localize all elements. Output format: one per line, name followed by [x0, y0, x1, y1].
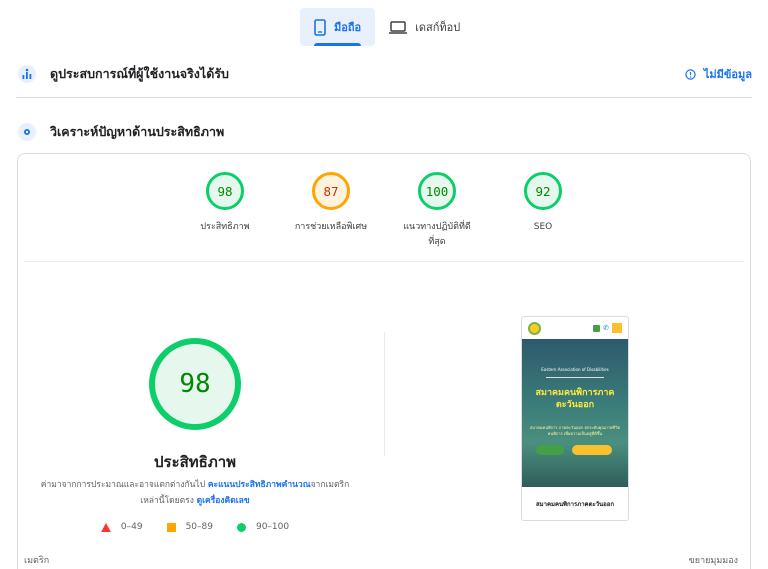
device-tabs: มือถือ เดสก์ท็อป — [300, 8, 474, 46]
screenshot-hero: Eastern Association of Disabilities สมาค… — [522, 339, 628, 487]
vertical-divider — [384, 332, 385, 456]
gauge-label: SEO — [533, 222, 553, 232]
performance-title: ประสิทธิภาพ — [153, 453, 237, 471]
screenshot-small-text: Eastern Association of Disabilities — [541, 367, 609, 372]
gauge-score: 98 — [206, 172, 244, 210]
gauge-performance[interactable]: 98 ประสิทธิภาพ — [187, 172, 263, 250]
diagnose-title: วิเคราะห์ปัญหาด้านประสิทธิภาพ — [50, 124, 225, 139]
metrics-label: เมตริก — [24, 556, 50, 566]
score-calc-link[interactable]: คะแนนประสิทธิภาพคำนวณ — [208, 480, 311, 490]
tab-desktop[interactable]: เดสก์ท็อป — [375, 8, 474, 46]
score-legend: 0–49 50–89 90–100 — [18, 522, 372, 532]
desc-text-1: ค่ามาจากการประมาณและอาจแตกต่างกันไป — [40, 480, 206, 490]
legend-poor: 0–49 — [100, 522, 143, 532]
legend-average-label: 50–89 — [185, 522, 213, 532]
tab-desktop-label: เดสก์ท็อป — [415, 21, 461, 34]
legend-good: 90–100 — [236, 522, 290, 532]
phone-icon — [314, 18, 326, 36]
performance-big-gauge: 98 — [149, 338, 241, 430]
screenshot-button-green — [536, 445, 564, 455]
diagnose-header: วิเคราะห์ปัญหาด้านประสิทธิภาพ — [18, 122, 752, 142]
screenshot-footer: สมาคมคนพิการภาคตะวันออก — [535, 501, 615, 508]
screenshot-button-yellow — [572, 445, 612, 455]
gauge-label: การช่วยเหลือพิเศษ — [294, 222, 368, 232]
info-icon — [685, 68, 696, 80]
screenshot-rule — [546, 377, 604, 378]
gauge-seo[interactable]: 92 SEO — [505, 172, 581, 250]
users-chart-icon — [18, 65, 36, 83]
screenshot-sub-text: สมาคมคนพิการ ภาคตะวันออก ยกระดับคุณภาพชี… — [529, 425, 621, 436]
calculator-link[interactable]: ดูเครื่องคิดเลข — [197, 496, 250, 506]
card-divider — [24, 261, 744, 262]
section-divider — [16, 97, 752, 98]
gauge-score: 100 — [418, 172, 456, 210]
circle-icon — [236, 522, 246, 532]
triangle-icon — [100, 522, 111, 532]
line-icon — [593, 324, 601, 332]
lighthouse-icon — [18, 123, 36, 141]
report-card: 98 ประสิทธิภาพ 87 การช่วยเหลือพิเศษ 100 … — [17, 153, 751, 569]
field-data-title: ดูประสบการณ์ที่ผู้ใช้งานจริงได้รับ — [50, 66, 229, 81]
score-gauges: 98 ประสิทธิภาพ 87 การช่วยเหลือพิเศษ 100 … — [18, 172, 750, 250]
expand-view-button[interactable]: ขยายมุมมอง — [689, 553, 738, 567]
gauge-best-practices[interactable]: 100 แนวทางปฏิบัติที่ดีที่สุด — [399, 172, 475, 250]
tab-mobile[interactable]: มือถือ — [300, 8, 376, 46]
screenshot-header: ✆ — [522, 317, 628, 339]
no-data-label: ไม่มีข้อมูล — [703, 68, 752, 81]
legend-average: 50–89 — [166, 522, 213, 532]
gauge-accessibility[interactable]: 87 การช่วยเหลือพิเศษ — [293, 172, 369, 250]
final-screenshot: ✆ Eastern Association of Disabilities สม… — [521, 316, 629, 521]
phone-call-icon: ✆ — [603, 324, 609, 332]
gauge-score: 87 — [312, 172, 350, 210]
legend-poor-label: 0–49 — [120, 522, 143, 532]
screenshot-big-text: สมาคมคนพิการภาคตะวันออก — [535, 388, 615, 410]
no-data-link[interactable]: ไม่มีข้อมูล — [685, 65, 752, 83]
performance-description: ค่ามาจากการประมาณและอาจแตกต่างกันไป คะแน… — [40, 477, 350, 509]
laptop-icon — [389, 20, 408, 34]
menu-icon — [612, 323, 622, 333]
field-data-header: ดูประสบการณ์ที่ผู้ใช้งานจริงได้รับ ไม่มี… — [18, 64, 752, 84]
legend-good-label: 90–100 — [255, 522, 290, 532]
gauge-label: ประสิทธิภาพ — [200, 222, 250, 232]
square-icon — [166, 522, 176, 532]
tab-mobile-label: มือถือ — [334, 21, 362, 34]
screenshot-header-icons: ✆ — [593, 323, 622, 333]
site-logo-icon — [528, 321, 541, 335]
gauge-label: แนวทางปฏิบัติที่ดีที่สุด — [403, 222, 471, 247]
gauge-score: 92 — [524, 172, 562, 210]
